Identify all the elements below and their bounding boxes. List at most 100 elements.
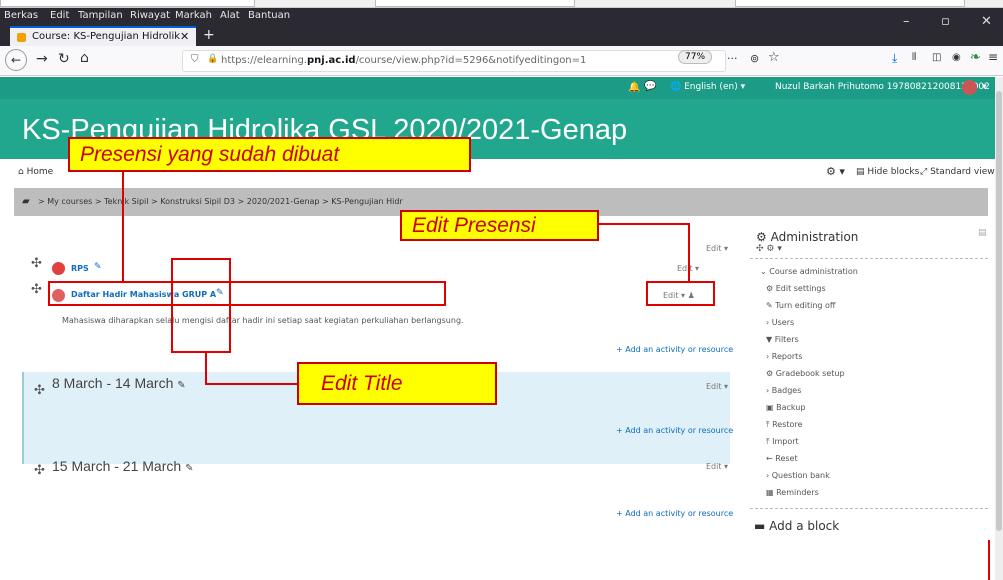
- extension-icon[interactable]: ❧: [970, 50, 981, 65]
- tab-title: Course: KS-Pengujian Hidrolik: [32, 31, 181, 42]
- tab-strip: Course: KS-Pengujian Hidrolik ✕: [0, 26, 1003, 46]
- admin-item-label: Users: [771, 318, 795, 327]
- add-activity-label: Add an activity or resource: [625, 426, 734, 435]
- hide-blocks-label: Hide blocks: [867, 167, 920, 177]
- annotation-highlight-edit: [646, 281, 715, 306]
- activity-link-rps[interactable]: RPS: [71, 264, 89, 273]
- standard-view-label: Standard view: [930, 167, 995, 177]
- edit-title-pencil-icon[interactable]: ✎: [185, 463, 193, 474]
- gear-icon[interactable]: ⚙ ▾: [826, 165, 845, 178]
- background-field: [735, 0, 965, 7]
- move-icon[interactable]: ✣: [31, 282, 42, 297]
- annotation-line: [688, 223, 690, 282]
- add-activity-button[interactable]: + Add an activity or resource: [616, 509, 733, 518]
- admin-item-import[interactable]: ⤒ Import: [766, 437, 799, 447]
- section-edit-menu[interactable]: Edit ▾: [706, 382, 728, 391]
- annotation-line: [598, 223, 689, 225]
- navigation-toolbar: ← → ↻ ⌂ ⛉ 🔒 https://elearning.pnj.ac.id/…: [0, 46, 1003, 76]
- admin-item-label: Gradebook setup: [775, 369, 845, 378]
- home-icon[interactable]: ⌂: [80, 50, 89, 66]
- move-icon[interactable]: ✣: [31, 256, 42, 271]
- more-actions-icon[interactable]: ···: [727, 52, 738, 65]
- annotation-highlight-title: [171, 258, 231, 353]
- menu-edit[interactable]: Edit: [50, 10, 69, 21]
- add-activity-button[interactable]: + Add an activity or resource: [616, 345, 733, 354]
- pdf-file-icon: [52, 262, 65, 275]
- add-activity-button[interactable]: + Add an activity or resource: [616, 426, 733, 435]
- admin-item-question-bank[interactable]: › Question bank: [766, 471, 830, 480]
- section-title-text: 8 March - 14 March: [52, 375, 174, 391]
- new-tab-icon[interactable]: +: [203, 27, 215, 43]
- administration-block: ⚙ Administration ✣ ⚙ ▾ ▤ ⌄ Course admini…: [750, 216, 990, 546]
- admin-course-administration[interactable]: ⌄ Course administration: [760, 267, 858, 276]
- admin-item-gradebook-setup[interactable]: ⚙ Gradebook setup: [766, 369, 845, 378]
- annotation-line: [122, 172, 124, 282]
- shield-icon[interactable]: ⛉: [191, 54, 199, 65]
- edit-label: Edit: [706, 382, 722, 391]
- menu-bantuan[interactable]: Bantuan: [248, 10, 290, 21]
- edit-title-pencil-icon[interactable]: ✎: [177, 380, 185, 391]
- page-scrollbar[interactable]: [995, 77, 1003, 580]
- menu-alat[interactable]: Alat: [220, 10, 240, 21]
- browser-tab[interactable]: Course: KS-Pengujian Hidrolik ✕: [10, 26, 196, 46]
- reload-icon[interactable]: ↻: [58, 51, 70, 67]
- breadcrumb-path[interactable]: > My courses > Teknik Sipil > Konstruksi…: [38, 197, 403, 206]
- site-top-navbar: 🔔 💬 🌐 English (en) ▾ Nuzul Barkah Prihut…: [0, 77, 995, 99]
- edit-label: Edit: [706, 244, 722, 253]
- notification-bell-icon[interactable]: 🔔: [628, 82, 640, 93]
- scrollbar-thumb[interactable]: [996, 91, 1002, 531]
- download-icon[interactable]: ⤓: [892, 51, 897, 66]
- move-icon[interactable]: ✣: [34, 463, 45, 478]
- account-icon[interactable]: ◉: [952, 52, 961, 63]
- block-move-icon[interactable]: ✣ ⚙ ▾: [756, 244, 782, 254]
- move-icon[interactable]: ✣: [34, 383, 45, 398]
- standard-view-button[interactable]: ⤢ Standard view: [920, 167, 995, 177]
- forward-icon[interactable]: →: [36, 51, 48, 67]
- menu-tampilan[interactable]: Tampilan: [78, 10, 123, 21]
- menu-markah[interactable]: Markah: [175, 10, 212, 21]
- language-selector[interactable]: 🌐 English (en) ▾: [670, 82, 745, 92]
- add-block-button[interactable]: ▬ Add a block: [754, 519, 839, 533]
- messages-icon[interactable]: 💬: [644, 81, 656, 92]
- user-menu-name[interactable]: Nuzul Barkah Prihutomo 19780821200812100…: [775, 82, 990, 92]
- course-admin-label: Course administration: [769, 267, 858, 276]
- admin-item-label: Reports: [771, 352, 803, 361]
- annotation-line: [988, 540, 990, 580]
- admin-item-users[interactable]: › Users: [766, 318, 794, 327]
- edit-title-pencil-icon[interactable]: ✎: [94, 262, 102, 272]
- zoom-level[interactable]: 77%: [678, 50, 713, 64]
- user-menu-caret-icon[interactable]: ▾: [982, 82, 987, 92]
- url-bar[interactable]: ⛉ 🔒 https://elearning.pnj.ac.id/course/v…: [182, 50, 726, 72]
- back-icon[interactable]: ←: [5, 49, 27, 71]
- annotation-line: [205, 353, 207, 384]
- avatar[interactable]: [962, 80, 977, 95]
- block-dock-icon[interactable]: ▤: [978, 228, 987, 238]
- sidebar-icon[interactable]: ◫: [932, 52, 941, 63]
- menu-riwayat[interactable]: Riwayat: [130, 10, 170, 21]
- admin-item-turn-editing-off[interactable]: ✎ Turn editing off: [766, 301, 835, 310]
- bookmark-star-icon[interactable]: ☆: [768, 50, 780, 65]
- admin-item-edit-settings[interactable]: ⚙ Edit settings: [766, 284, 826, 293]
- admin-item-filters[interactable]: ▼ Filters: [766, 335, 799, 344]
- pocket-icon[interactable]: ⊚: [750, 52, 759, 65]
- admin-item-reset[interactable]: ← Reset: [766, 454, 798, 463]
- home-link[interactable]: ⌂ Home: [18, 167, 53, 177]
- admin-item-reminders[interactable]: ▦ Reminders: [766, 488, 819, 497]
- tab-close-icon[interactable]: ✕: [180, 30, 189, 43]
- section-edit-menu[interactable]: Edit ▾: [706, 244, 728, 253]
- admin-item-restore[interactable]: ⤒ Restore: [766, 420, 802, 430]
- hamburger-menu-icon[interactable]: ≡: [988, 50, 998, 64]
- admin-item-label: Backup: [776, 403, 806, 412]
- admin-item-backup[interactable]: ▣ Backup: [766, 403, 805, 412]
- admin-item-label: Filters: [774, 335, 799, 344]
- menu-bar: Berkas Edit Tampilan Riwayat Markah Alat…: [0, 8, 1003, 26]
- section-edit-menu[interactable]: Edit ▾: [706, 462, 728, 471]
- hide-blocks-button[interactable]: ▤ Hide blocks: [856, 167, 919, 177]
- library-icon[interactable]: ⫴: [912, 52, 916, 63]
- menu-berkas[interactable]: Berkas: [4, 10, 38, 21]
- lock-icon: 🔒: [207, 54, 219, 64]
- admin-item-badges[interactable]: › Badges: [766, 386, 801, 395]
- background-field: [0, 0, 255, 7]
- admin-item-reports[interactable]: › Reports: [766, 352, 802, 361]
- admin-item-label: Turn editing off: [775, 301, 836, 310]
